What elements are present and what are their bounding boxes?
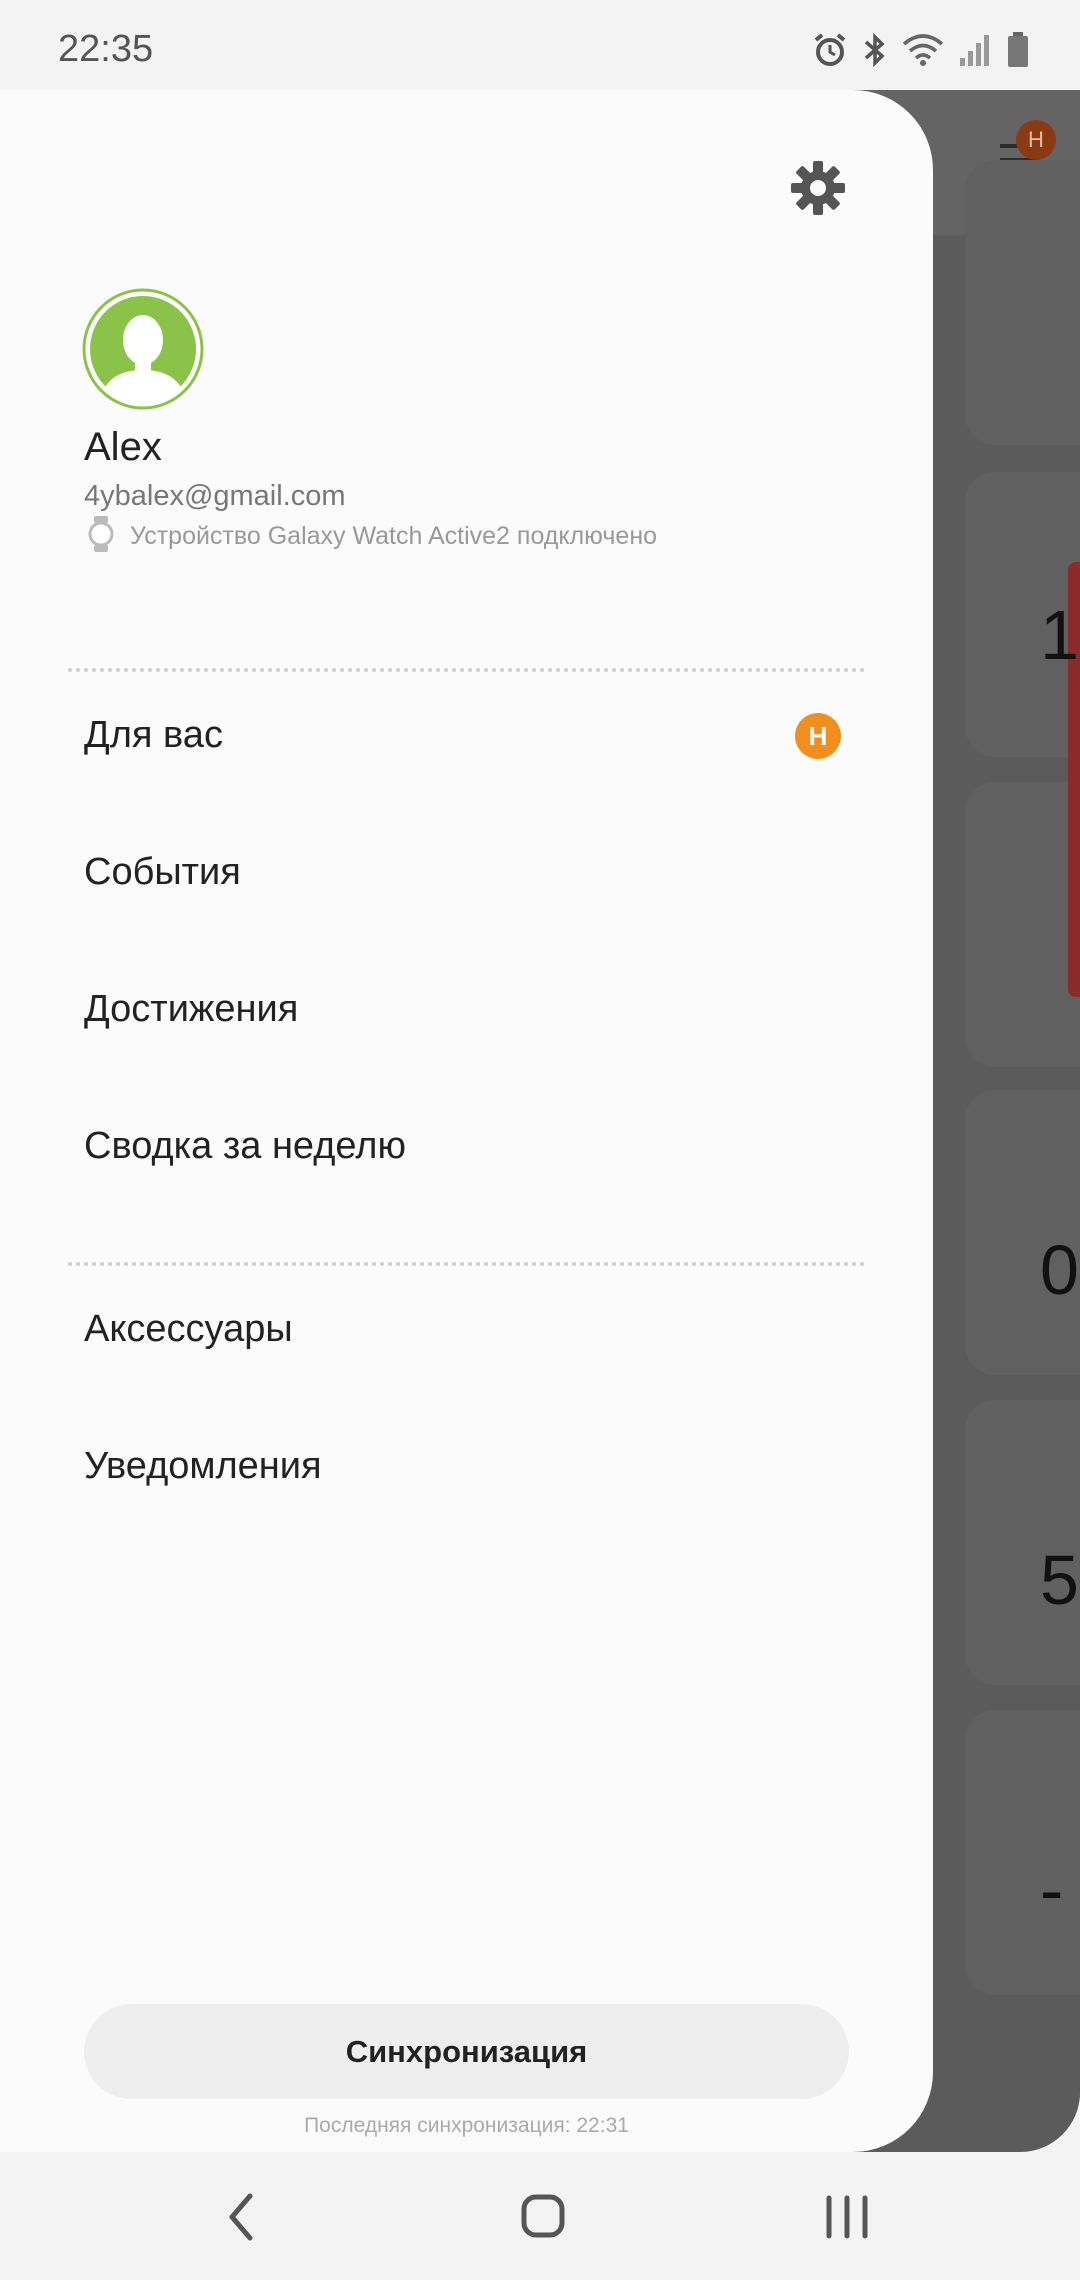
user-name: Alex [84,425,162,469]
settings-button[interactable] [785,155,851,221]
signal-icon [958,32,992,68]
wifi-icon [902,32,944,68]
menu-item-achievements[interactable]: Достижения [0,950,933,1070]
menu-item-weekly-summary[interactable]: Сводка за неделю [0,1087,933,1207]
status-time: 22:35 [58,28,154,70]
background-card-value: 1 [1040,596,1079,674]
menu-item-label: Для вас [84,714,223,756]
navigation-bar [0,2152,1080,2280]
menu-item-label: Уведомления [84,1445,322,1487]
background-card [965,160,1080,445]
menu-item-label: Аксессуары [84,1308,293,1350]
bluetooth-icon [862,32,888,68]
recents-icon [826,2195,868,2239]
avatar[interactable] [82,288,204,410]
new-badge: Н [795,713,841,759]
back-icon [229,2193,253,2241]
home-icon [521,2194,565,2238]
back-button[interactable] [202,2182,282,2252]
background-card [965,782,1080,1067]
status-icons [812,30,1030,70]
background-app-footer [930,2000,1080,2150]
watch-icon [86,515,116,558]
last-sync-text: Последняя синхронизация: 22:31 [304,2114,629,2137]
background-card-value: - [1040,1851,1064,1929]
gear-icon [791,161,845,215]
menu-item-events[interactable]: События [0,813,933,933]
menu-item-label: Достижения [84,988,299,1030]
battery-icon [1006,31,1030,69]
home-button[interactable] [503,2182,583,2252]
alarm-icon [812,32,848,68]
background-badge: Н [1016,120,1056,160]
device-status: Устройство Galaxy Watch Active2 подключе… [86,515,657,558]
user-email: 4ybalex@gmail.com [84,480,346,512]
menu-item-label: Сводка за неделю [84,1125,406,1167]
menu-item-label: События [84,851,241,893]
divider [68,1262,865,1266]
recents-button[interactable] [807,2182,887,2252]
status-bar: 22:35 [0,0,1080,90]
divider [68,668,865,672]
background-card-value: 5 [1040,1541,1079,1619]
device-status-text: Устройство Galaxy Watch Active2 подключе… [130,522,658,550]
navigation-drawer: Alex 4ybalex@gmail.com Устройство Galaxy… [0,90,933,2152]
menu-item-accessories[interactable]: Аксессуары [0,1270,933,1390]
sync-button[interactable]: Синхронизация [84,2004,849,2099]
background-card-value: 0 [1040,1231,1079,1309]
menu-item-notifications[interactable]: Уведомления [0,1407,933,1527]
menu-item-for-you[interactable]: Для вас Н [0,676,933,796]
